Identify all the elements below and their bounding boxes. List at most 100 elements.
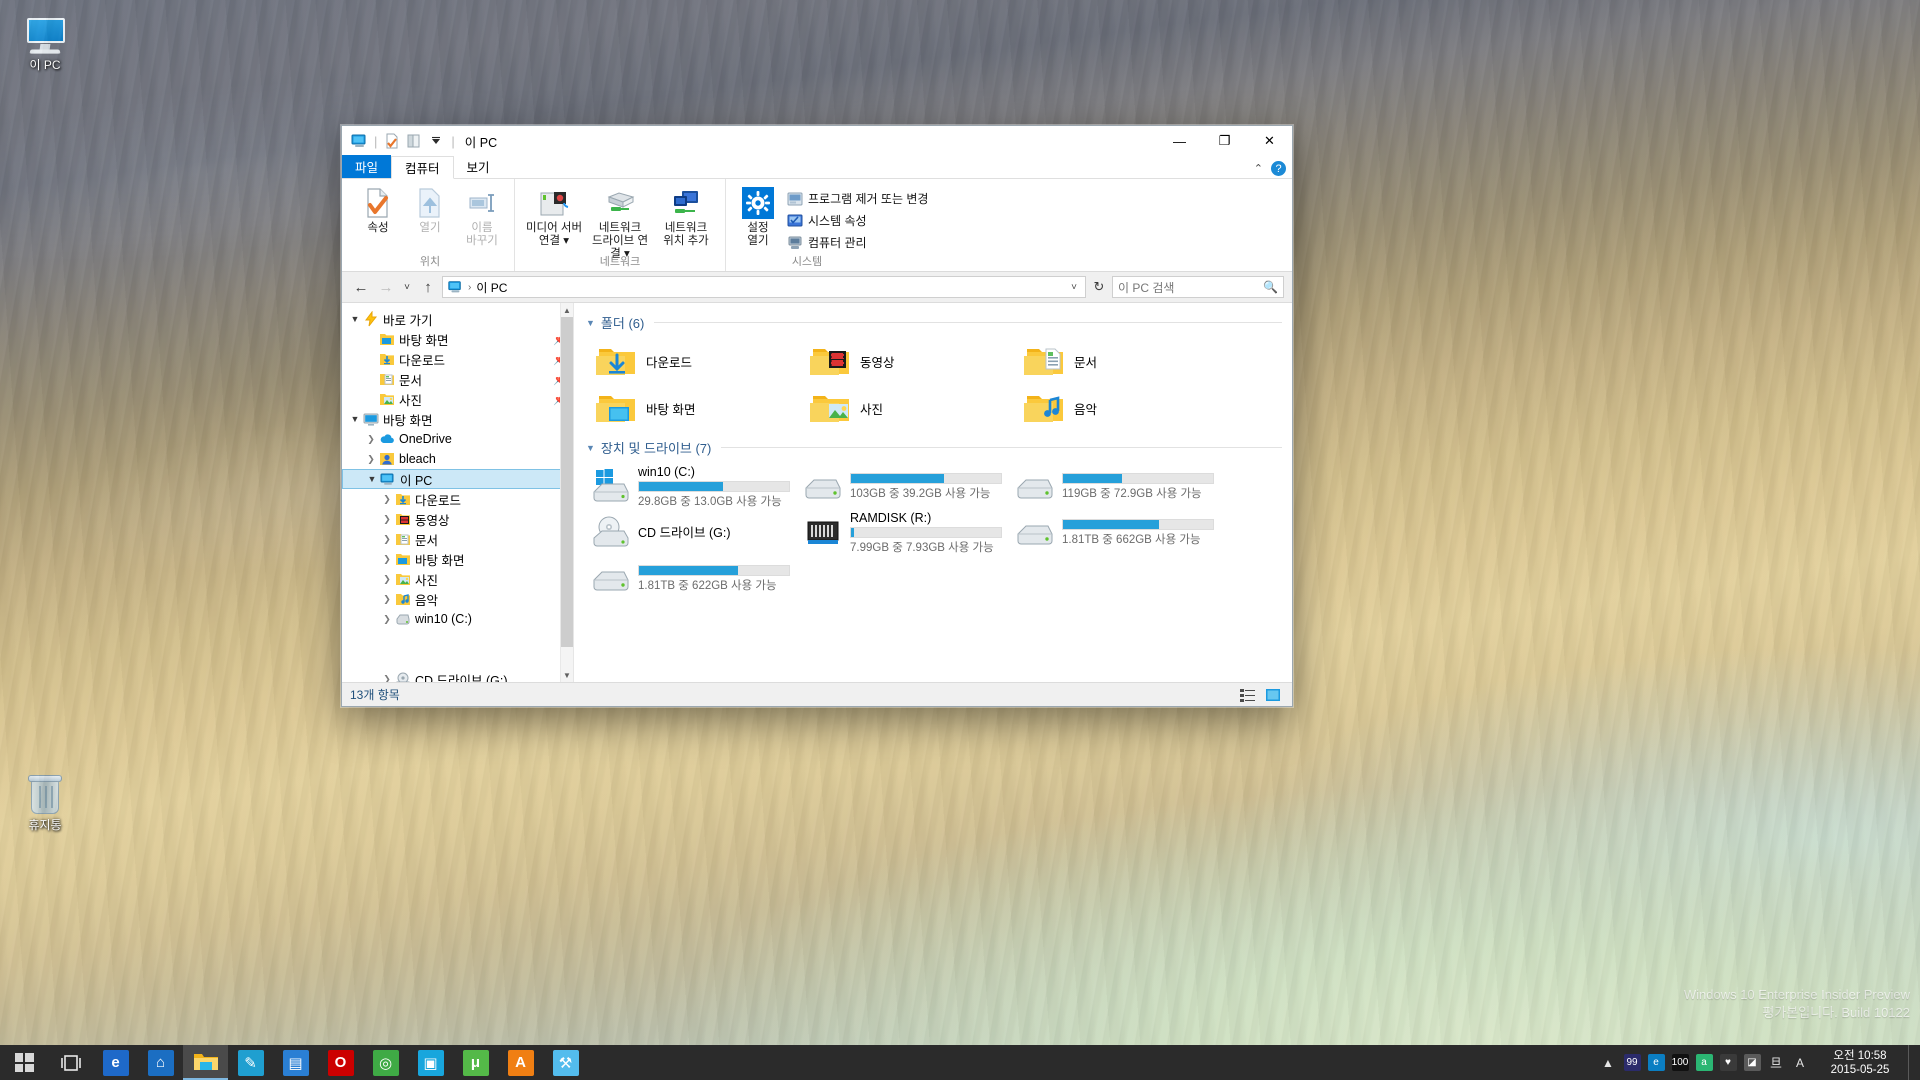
view-buttons[interactable] [1237, 685, 1284, 705]
chevron-right-icon[interactable]: ❯ [380, 674, 394, 683]
system-commands-list[interactable]: 프로그램 제거 또는 변경 시스템 속성 컴퓨터 관리 [784, 183, 931, 252]
start-button[interactable] [0, 1045, 48, 1080]
chevron-down-icon[interactable]: ▼ [365, 474, 379, 484]
tab-view[interactable]: 보기 [454, 155, 503, 178]
taskbar-file-explorer[interactable] [183, 1045, 228, 1080]
new-folder-icon[interactable] [405, 132, 423, 150]
tab-computer[interactable]: 컴퓨터 [391, 156, 454, 179]
chevron-down-icon[interactable]: ▼ [348, 414, 362, 424]
taskbar-clock[interactable]: 오전 10:58 2015-05-25 [1814, 1045, 1906, 1080]
quick-access-toolbar[interactable]: | | [342, 132, 457, 150]
drive-cd-g[interactable]: CD 드라이브 (G:) [588, 509, 800, 555]
address-bar-row[interactable]: ← → ˅ ↑ › 이 PC ˅ ↻ 이 PC 검색 🔍 [342, 272, 1292, 302]
open-settings-button[interactable]: 설정 열기 [732, 183, 784, 251]
nav-this-pc-videos[interactable]: ❯ 동영상 [342, 509, 573, 529]
properties-button[interactable]: 속성 [352, 183, 404, 238]
this-pc-icon[interactable] [350, 132, 368, 150]
scroll-up-arrow[interactable]: ▲ [561, 303, 573, 317]
tray-show-hidden-icons[interactable]: ▲ [1596, 1045, 1620, 1080]
tray-edge-icon[interactable]: e [1644, 1045, 1668, 1080]
chevron-right-icon[interactable]: ❯ [364, 454, 378, 465]
details-view-button[interactable] [1237, 685, 1259, 705]
nav-quick-access[interactable]: ▼ 바로 가기 [342, 309, 573, 329]
chevron-right-icon[interactable]: ❯ [380, 574, 394, 585]
tray-icon-list[interactable]: ▲ 99 e 100 a ♥ ◪ 旦 A [1596, 1045, 1812, 1080]
taskbar-store[interactable]: ⌂ [138, 1045, 183, 1080]
group-folders-header[interactable]: ▼ 폴더 (6) [574, 303, 1292, 332]
taskbar-opera[interactable]: O [318, 1045, 363, 1080]
nav-onedrive[interactable]: ❯ OneDrive [342, 429, 573, 449]
taskbar-utorrent[interactable]: μ [453, 1045, 498, 1080]
chevron-right-icon[interactable]: ❯ [380, 614, 394, 625]
nav-this-pc-pictures[interactable]: ❯ 사진 [342, 569, 573, 589]
title-bar[interactable]: | | 이 PC — ❐ ✕ [342, 126, 1292, 156]
content-pane[interactable]: ▼ 폴더 (6) 다운로드 동영상 문서 바탕 화면 사진 음악 ▼ 장치 및 … [574, 303, 1292, 682]
add-network-location-button[interactable]: 네트워크 위치 추가 [653, 183, 719, 251]
tab-file[interactable]: 파일 [342, 155, 392, 178]
minimize-button[interactable]: — [1157, 126, 1202, 156]
media-server-connect-button[interactable]: 미디어 서버 연결 ▾ [521, 183, 587, 251]
drive-d[interactable]: 103GB 중 39.2GB 사용 가능 [800, 463, 1012, 509]
nav-drive-c[interactable]: ❯ win10 (C:) [342, 609, 573, 629]
rename-button[interactable]: 이름 바꾸기 [456, 183, 508, 251]
taskbar-tools[interactable]: ⚒ [543, 1045, 588, 1080]
drive-ramdisk-r[interactable]: RAMDISK (R:) 7.99GB 중 7.93GB 사용 가능 [800, 509, 1012, 555]
tray-monitor-icon[interactable]: 99 [1620, 1045, 1644, 1080]
back-button[interactable]: ← [350, 276, 372, 298]
drive-e[interactable]: 119GB 중 72.9GB 사용 가능 [1012, 463, 1224, 509]
nav-desktop-root[interactable]: ▼ 바탕 화면 [342, 409, 573, 429]
ribbon-right-controls[interactable]: ⌃ ? [1254, 161, 1286, 176]
taskbar-internet-explorer[interactable]: e [93, 1045, 138, 1080]
nav-desktop-pinned[interactable]: 바탕 화면📌 [342, 329, 573, 349]
maximize-button[interactable]: ❐ [1202, 126, 1247, 156]
properties-icon[interactable] [383, 132, 401, 150]
nav-this-pc-downloads[interactable]: ❯ 다운로드 [342, 489, 573, 509]
chevron-right-icon[interactable]: ❯ [364, 434, 378, 445]
drive-win10-c[interactable]: win10 (C:) 29.8GB 중 13.0GB 사용 가능 [588, 463, 800, 509]
folder-tile-list[interactable]: 다운로드 동영상 문서 바탕 화면 사진 음악 [574, 332, 1292, 432]
chevron-right-icon[interactable]: ❯ [380, 514, 394, 525]
chevron-right-icon[interactable]: ❯ [380, 534, 394, 545]
desktop-icon-this-pc[interactable]: 이 PC [6, 8, 84, 72]
folder-pictures[interactable]: 사진 [806, 385, 1020, 432]
nav-pictures-pinned[interactable]: 사진📌 [342, 389, 573, 409]
tray-network-icon[interactable]: 旦 [1764, 1045, 1788, 1080]
tray-ime-icon[interactable]: A [1788, 1045, 1812, 1080]
ribbon[interactable]: 속성 열기 이름 바꾸기 위치 미디어 서버 연결 ▾ 네트워크 드라이브 연결… [342, 179, 1292, 272]
folder-downloads[interactable]: 다운로드 [592, 338, 806, 385]
tray-capture-icon[interactable]: ♥ [1716, 1045, 1740, 1080]
search-input[interactable]: 이 PC 검색 🔍 [1112, 276, 1284, 298]
taskbar[interactable]: e ⌂ ✎ ▤ O ◎ ▣ μ A ⚒ ▲ 99 e 100 a ♥ ◪ 旦 A 오전 10:58 2015-05… [0, 1045, 1920, 1080]
chevron-down-icon[interactable]: ˅ [1067, 282, 1081, 293]
navigation-tree[interactable]: ▼ 바로 가기바탕 화면📌다운로드📌문서📌사진📌 ▼ 바탕 화면 ❯ OneDrive ❯ b… [342, 303, 573, 682]
drive-f[interactable]: 1.81TB 중 662GB 사용 가능 [1012, 509, 1224, 555]
folder-documents[interactable]: 문서 [1020, 338, 1234, 385]
recent-locations-button[interactable]: ˅ [400, 276, 414, 298]
collapse-triangle-icon[interactable]: ▼ [586, 318, 595, 328]
folder-desktop[interactable]: 바탕 화면 [592, 385, 806, 432]
nav-this-pc[interactable]: ▼ 이 PC [342, 469, 573, 489]
uninstall-change-program-item[interactable]: 프로그램 제거 또는 변경 [784, 189, 931, 208]
chevron-down-icon[interactable]: ▼ [348, 314, 362, 324]
folder-music[interactable]: 음악 [1020, 385, 1234, 432]
file-explorer-window[interactable]: | | 이 PC — ❐ ✕ 파일 컴퓨터 보기 ⌃ ? 속성 열기 이름 바꾸… [341, 125, 1293, 707]
close-button[interactable]: ✕ [1247, 126, 1292, 156]
scrollbar-thumb[interactable] [561, 317, 573, 647]
nav-documents-pinned[interactable]: 문서📌 [342, 369, 573, 389]
forward-button[interactable]: → [375, 276, 397, 298]
taskbar-acrobat[interactable]: A [498, 1045, 543, 1080]
up-button[interactable]: ↑ [417, 276, 439, 298]
tray-clock-widget-icon[interactable]: 100 [1668, 1045, 1692, 1080]
nav-user-bleach[interactable]: ❯ bleach [342, 449, 573, 469]
desktop-icon-recycle-bin[interactable]: 휴지통 [6, 768, 84, 832]
computer-management-item[interactable]: 컴퓨터 관리 [784, 233, 931, 252]
drive-h[interactable]: 1.81TB 중 622GB 사용 가능 [588, 555, 800, 601]
taskbar-editor[interactable]: ✎ [228, 1045, 273, 1080]
nav-downloads-pinned[interactable]: 다운로드📌 [342, 349, 573, 369]
chevron-right-icon[interactable]: ❯ [380, 594, 394, 605]
taskbar-notes[interactable]: ▤ [273, 1045, 318, 1080]
help-icon[interactable]: ? [1271, 161, 1286, 176]
address-input[interactable]: › 이 PC ˅ [442, 276, 1086, 298]
chevron-down-icon[interactable] [427, 132, 445, 150]
taskbar-sync[interactable]: ◎ [363, 1045, 408, 1080]
